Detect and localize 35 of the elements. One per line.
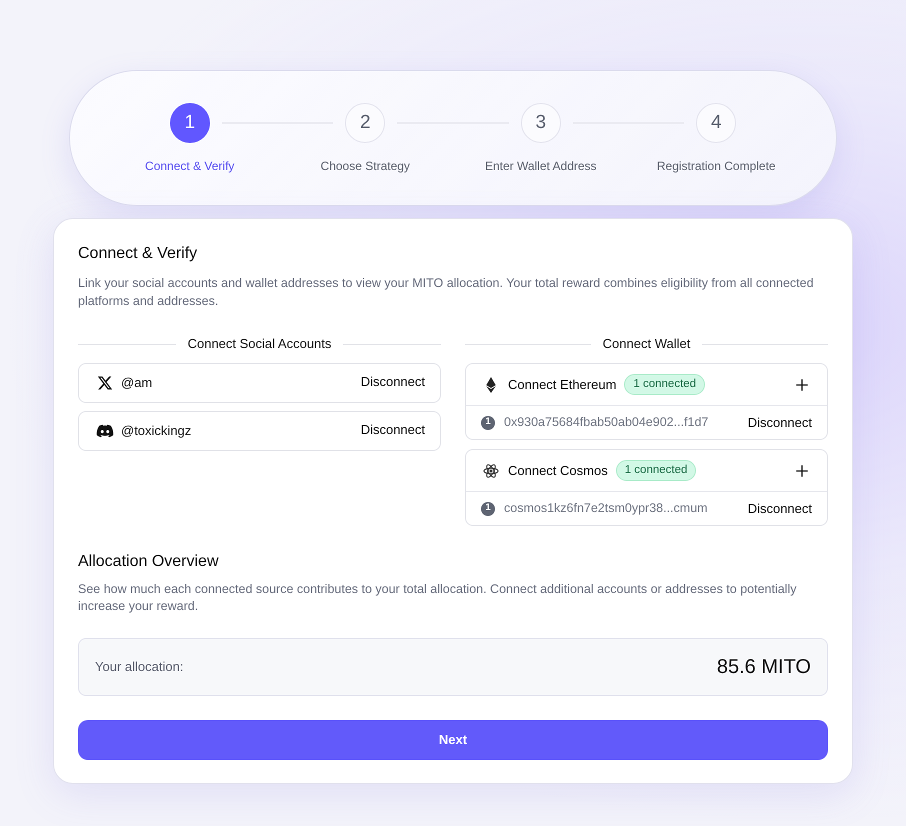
next-button[interactable]: Next bbox=[78, 720, 828, 760]
section-heading: Connect Social Accounts bbox=[188, 335, 332, 354]
discord-logo-icon bbox=[96, 422, 114, 440]
connected-badge: 1 connected bbox=[616, 460, 696, 481]
step-number[interactable]: 3 bbox=[520, 103, 561, 143]
connected-badge: 1 connected bbox=[624, 374, 706, 395]
disconnect-button[interactable]: Disconnect bbox=[360, 372, 425, 392]
card-description: Link your social accounts and wallet addresses to view your MITO allocation. Your total reward combines eligibility from all connected platforms and addresses. bbox=[78, 275, 815, 310]
wallet-label: Connect Ethereum bbox=[508, 376, 616, 394]
wallet-label: Connect Cosmos bbox=[508, 462, 608, 480]
x-logo-icon bbox=[97, 375, 113, 391]
disconnect-button[interactable]: Disconnect bbox=[748, 498, 812, 518]
step-label: Enter Wallet Address bbox=[484, 158, 597, 175]
step-label: Connect & Verify bbox=[145, 158, 234, 175]
wallet-address: 0x930a75684fbab50ab04e902...f1d7 bbox=[504, 414, 708, 432]
card-title: Connect & Verify bbox=[78, 244, 198, 264]
section-heading: Connect Wallet bbox=[602, 335, 690, 354]
step-number[interactable]: 2 bbox=[345, 103, 386, 143]
section-title: Allocation Overview bbox=[78, 552, 220, 572]
allocation-label: Your allocation: bbox=[95, 658, 184, 676]
section-description: See how much each connected source contributes to your total allocation. Connect additional accounts or addresses to potentially increase your reward. bbox=[78, 581, 798, 615]
disconnect-button[interactable]: Disconnect bbox=[748, 412, 812, 432]
disconnect-button[interactable]: Disconnect bbox=[360, 420, 425, 440]
allocation-value: 85.6 MITO bbox=[716, 655, 811, 680]
social-handle: @toxickingz bbox=[121, 422, 192, 440]
wallet-address: cosmos1kz6fn7e2tsm0ypr38...cmum bbox=[504, 500, 708, 518]
address-index: 1 bbox=[481, 416, 495, 430]
atom-icon bbox=[483, 462, 499, 478]
ethereum-diamond-icon bbox=[485, 376, 497, 392]
step-label: Registration Complete bbox=[656, 158, 776, 175]
step-number[interactable]: 1 bbox=[170, 103, 210, 143]
step-number[interactable]: 4 bbox=[696, 103, 736, 143]
address-index: 1 bbox=[481, 502, 495, 516]
step-label: Choose Strategy bbox=[320, 158, 410, 175]
social-handle: @am bbox=[121, 374, 152, 392]
